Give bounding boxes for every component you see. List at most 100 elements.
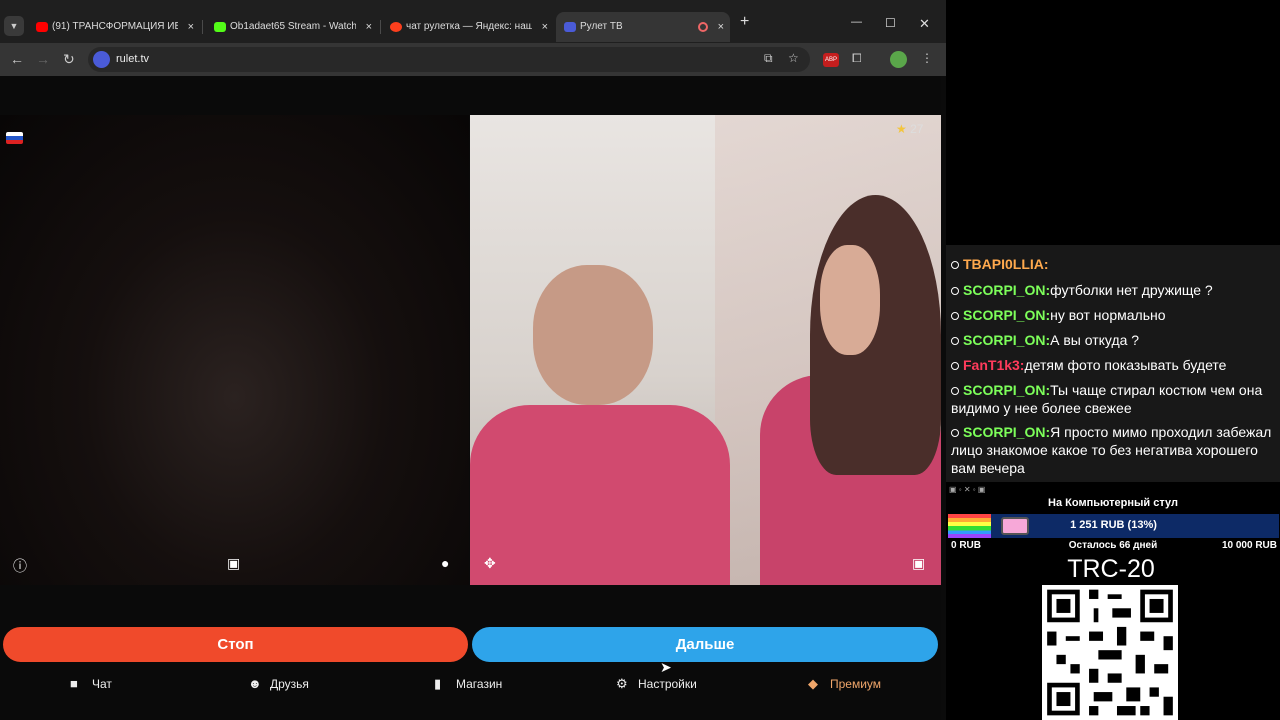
back-icon[interactable]: ←	[10, 51, 24, 67]
bullet-icon	[951, 387, 959, 395]
chat-nickname: SCORPI_ON:	[963, 332, 1051, 348]
donation-progress-bar: 1 251 RUB (13%)	[948, 514, 1279, 538]
bullet-icon	[951, 362, 959, 370]
tab-yandex[interactable]: чат рулетка — Яндекс: нашлос ×	[382, 12, 554, 42]
nav-label: Друзья	[270, 677, 309, 691]
forward-icon[interactable]: →	[36, 51, 50, 67]
tab-bar: ▼ (91) ТРАНСФОРМАЦИЯ ИВАНА × Ob1adaet65 …	[0, 0, 946, 43]
maximize-button[interactable]: ☐	[885, 16, 896, 30]
nav-label: Магазин	[456, 677, 503, 691]
shop-icon: ▮	[434, 676, 442, 691]
next-button[interactable]: Дальше	[472, 627, 938, 662]
tab-search-button[interactable]: ▼	[4, 16, 24, 36]
nav-chat[interactable]: ■ Чат	[70, 676, 112, 691]
donation-goal-title: На Компьютерный стул	[1048, 497, 1178, 509]
gift-icon[interactable]: ▣	[227, 555, 240, 572]
chat-nickname: FanT1k3:	[963, 357, 1025, 373]
chat-icon: ■	[70, 676, 78, 691]
chat-nickname: SCORPI_ON:	[963, 307, 1051, 323]
partner-camera-video	[470, 115, 941, 585]
chat-message: SCORPI_ON:Ты чаще стирал костюм чем она …	[951, 381, 1277, 417]
bullet-icon	[951, 261, 959, 269]
bullet-icon	[951, 287, 959, 295]
tab-kick[interactable]: Ob1adaet65 Stream - Watch Li ×	[206, 12, 378, 42]
star-icon: ★	[896, 122, 907, 136]
chat-message: SCORPI_ON:Я просто мимо проходил забежал…	[951, 423, 1277, 477]
nav-shop[interactable]: ▮ Магазин	[434, 676, 502, 692]
extensions-icon[interactable]: ⧠	[852, 51, 862, 66]
nav-label: Чат	[92, 677, 112, 691]
nav-label: Премиум	[830, 677, 882, 691]
tab-rulet-tv[interactable]: Рулет ТВ ×	[556, 12, 730, 42]
site-info-icon[interactable]	[93, 51, 110, 68]
chat-nickname: TBAPI0LLIA:	[963, 256, 1049, 272]
url-field[interactable]: rulet.tv	[88, 47, 810, 72]
chat-message: FanT1k3:детям фото показывать будете	[951, 356, 1277, 374]
bullet-icon	[951, 312, 959, 320]
tab-separator	[380, 20, 381, 34]
url-text: rulet.tv	[116, 53, 150, 65]
install-app-icon[interactable]: ⧉	[764, 51, 773, 66]
close-window-button[interactable]: ✕	[919, 16, 930, 32]
chat-message: SCORPI_ON:футболки нет дружище ?	[951, 281, 1277, 299]
premium-icon: ◆	[808, 676, 818, 691]
menu-icon[interactable]: ⋮	[921, 51, 933, 65]
kick-icon	[214, 22, 226, 32]
gift-icon[interactable]: ▣	[912, 555, 925, 572]
bottom-navigation: ■ Чат ☻ Друзья ▮ Магазин ⚙ Настройки ◆ Премиу…	[0, 672, 941, 700]
tab-title: чат рулетка — Яндекс: нашлос	[406, 21, 532, 32]
settings-icon: ⚙	[616, 676, 628, 691]
rulet-tv-icon	[564, 22, 576, 32]
chat-toolbar-icons: ▣ ◦ ✕ ◦ ▣	[949, 485, 986, 494]
report-icon[interactable]: ⓘ	[13, 556, 27, 576]
new-tab-button[interactable]: +	[740, 13, 749, 31]
recording-icon	[698, 22, 708, 32]
tab-close-button[interactable]: ×	[366, 12, 372, 42]
crypto-network-label: TRC-20	[1067, 555, 1155, 583]
donation-max-label: 10 000 RUB	[1221, 540, 1277, 551]
tab-title: Рулет ТВ	[580, 21, 623, 32]
yandex-icon	[390, 22, 402, 32]
tab-close-button[interactable]: ×	[188, 12, 194, 42]
chat-nickname: SCORPI_ON:	[963, 424, 1051, 440]
bullet-icon	[951, 429, 959, 437]
tab-youtube[interactable]: (91) ТРАНСФОРМАЦИЯ ИВАНА ×	[28, 12, 200, 42]
own-camera-video	[0, 115, 469, 585]
stop-button[interactable]: Стоп	[3, 627, 468, 662]
chat-text: ну вот нормально	[1050, 307, 1166, 323]
tab-close-button[interactable]: ×	[718, 12, 724, 42]
adblock-icon[interactable]: ABP	[823, 53, 839, 67]
russia-flag-icon	[6, 132, 23, 144]
stream-overlay-panel: TBAPI0LLIA: SCORPI_ON:футболки нет дружищ…	[946, 0, 1280, 720]
tab-title: (91) ТРАНСФОРМАЦИЯ ИВАНА	[52, 21, 178, 32]
nav-premium[interactable]: ◆ Премиум	[808, 676, 881, 692]
stars-counter: ★ 27	[896, 122, 923, 136]
donation-progress-text: 1 251 RUB (13%)	[1070, 519, 1157, 531]
tab-close-button[interactable]: ×	[542, 12, 548, 42]
rulet-tv-page: ★ 27 ⓘ ▣ ● ✥ ▣ Стоп Дальше ➤ ■ Чат ☻ Друзь…	[0, 76, 941, 720]
chat-message: TBAPI0LLIA:	[951, 255, 1277, 273]
friends-icon: ☻	[248, 676, 262, 691]
chat-message: SCORPI_ON:А вы откуда ?	[951, 331, 1277, 349]
chat-nickname: SCORPI_ON:	[963, 382, 1051, 398]
browser-window: ▼ (91) ТРАНСФОРМАЦИЯ ИВАНА × Ob1adaet65 …	[0, 0, 946, 720]
game-icon[interactable]: ✥	[484, 555, 496, 572]
qr-code	[1042, 585, 1178, 720]
profile-avatar[interactable]	[890, 51, 907, 68]
chat-text: А вы откуда ?	[1050, 332, 1140, 348]
nav-label: Настройки	[638, 677, 697, 691]
bookmark-star-icon[interactable]: ☆	[788, 51, 799, 65]
reload-icon[interactable]: ↻	[63, 51, 75, 68]
tab-title: Ob1adaet65 Stream - Watch Li	[230, 21, 356, 32]
chat-text: детям фото показывать будете	[1024, 357, 1227, 373]
chat-text: футболки нет дружище ?	[1050, 282, 1213, 298]
stars-count: 27	[910, 122, 924, 136]
address-bar: ← → ↻ rulet.tv ⧉ ☆ ABP ⧠ ⋮	[0, 43, 946, 76]
chat-nickname: SCORPI_ON:	[963, 282, 1051, 298]
minimize-button[interactable]: —	[851, 16, 862, 28]
youtube-icon	[36, 22, 48, 32]
nav-friends[interactable]: ☻ Друзья	[248, 676, 309, 691]
bullet-icon	[951, 337, 959, 345]
nav-settings[interactable]: ⚙ Настройки	[616, 676, 697, 692]
profile-icon[interactable]: ●	[441, 555, 449, 571]
